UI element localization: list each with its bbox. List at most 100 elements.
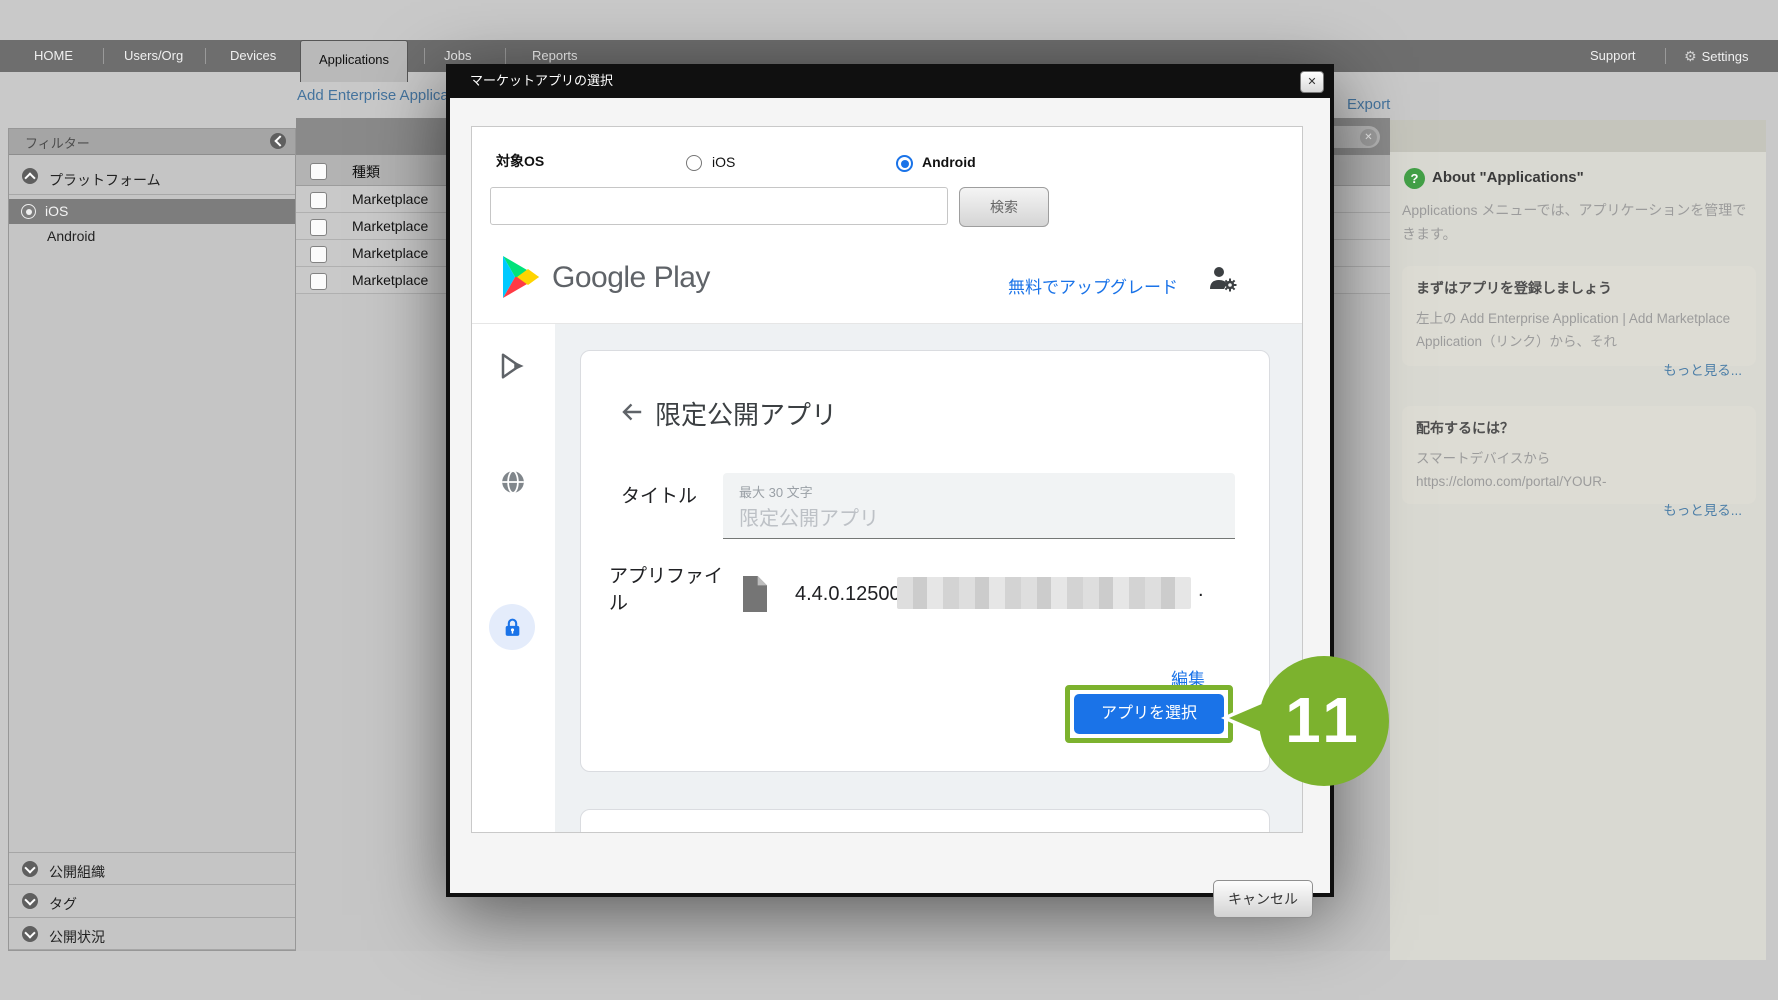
row-checkbox[interactable] <box>310 273 327 290</box>
radio-ios[interactable] <box>686 155 702 171</box>
modal-body: 対象OS iOS Android 検索 Google Play 無料でアップグレ… <box>450 98 1330 893</box>
filter-option-label: iOS <box>45 203 68 219</box>
help-card-distribute: 配布するには？ スマートデバイスから https://clomo.com/por… <box>1402 406 1756 504</box>
private-app-card: 限定公開アプリ タイトル 最大 30 文字 限定公開アプリ アプリファイル 4.… <box>580 350 1270 772</box>
chevron-down-circle-icon <box>22 926 38 942</box>
nav-item-users-org[interactable]: Users/Org <box>124 40 183 72</box>
nav-item-devices[interactable]: Devices <box>230 40 276 72</box>
annotation-tail <box>1229 700 1271 736</box>
gear-icon: ⚙ <box>1684 48 1697 64</box>
redacted-app-filename <box>897 577 1191 609</box>
help-card-body-line2: https://clomo.com/portal/YOUR- <box>1416 474 1607 489</box>
google-play-logo-icon <box>502 255 540 299</box>
app-screen: HOME Users/Org Devices Jobs Reports Supp… <box>0 0 1778 1000</box>
help-panel-band <box>1390 120 1766 152</box>
filter-panel: フィルター プラットフォーム iOS Android 公開組織 タグ 公開状況 <box>8 128 296 951</box>
title-field-placeholder: 限定公開アプリ <box>739 502 879 531</box>
row-checkbox[interactable] <box>310 246 327 263</box>
cancel-button[interactable]: キャンセル <box>1213 880 1313 918</box>
google-play-brand: Google Play <box>552 261 710 295</box>
next-card-partial <box>580 809 1270 833</box>
collapse-panel-button[interactable] <box>270 133 286 149</box>
filter-section-tags[interactable]: タグ <box>9 884 295 917</box>
step-number-badge: 11 <box>1259 656 1389 786</box>
filter-section-label: タグ <box>49 894 77 914</box>
nav-item-settings[interactable]: ⚙ Settings <box>1684 40 1749 72</box>
title-field-label: タイトル <box>621 481 697 508</box>
radio-android-label[interactable]: Android <box>922 154 976 170</box>
row-type-cell: Marketplace <box>352 272 428 288</box>
app-search-input[interactable] <box>490 187 948 225</box>
question-icon: ? <box>1404 168 1425 189</box>
nav-separator <box>424 48 425 64</box>
private-apps-tab-selected[interactable] <box>489 604 535 650</box>
app-version: 4.4.0.12500 <box>795 583 901 606</box>
radio-android-checked[interactable] <box>896 155 913 172</box>
filter-section-publish-status[interactable]: 公開状況 <box>9 917 295 950</box>
filter-option-ios-selected[interactable]: iOS <box>9 199 295 224</box>
nav-item-home[interactable]: HOME <box>34 40 73 72</box>
close-icon: ✕ <box>1307 76 1316 88</box>
web-apps-tab-globe-icon[interactable] <box>500 469 526 495</box>
modal-close-button[interactable]: ✕ <box>1300 71 1324 93</box>
radio-ios-label[interactable]: iOS <box>712 154 735 170</box>
select-app-button[interactable]: アプリを選択 <box>1074 694 1224 734</box>
nav-item-support[interactable]: Support <box>1590 40 1636 72</box>
play-console-content: 限定公開アプリ タイトル 最大 30 文字 限定公開アプリ アプリファイル 4.… <box>555 324 1303 833</box>
upgrade-free-link[interactable]: 無料でアップグレード <box>1008 273 1178 298</box>
filter-section-platform[interactable]: プラットフォーム <box>9 159 295 195</box>
column-header-type: 種類 <box>352 162 380 182</box>
help-card-title: まずはアプリを登録しましょう <box>1416 278 1742 298</box>
nav-separator <box>103 48 104 64</box>
account-settings-icon[interactable] <box>1208 265 1238 293</box>
row-type-cell: Marketplace <box>352 191 428 207</box>
private-apps-heading: 限定公開アプリ <box>655 395 837 432</box>
lock-icon <box>502 617 523 638</box>
selected-option-icon <box>21 204 36 219</box>
help-about-title: About "Applications" <box>1432 169 1584 186</box>
filter-panel-header: フィルター <box>9 129 295 155</box>
back-arrow-icon[interactable] <box>619 399 645 425</box>
title-field-hint: 最大 30 文字 <box>739 482 813 501</box>
see-more-link[interactable]: もっと見る... <box>1416 499 1742 519</box>
modal-header: マーケットアプリの選択 ✕ <box>446 64 1334 98</box>
modal-title: マーケットアプリの選択 <box>470 64 613 98</box>
export-link[interactable]: Export <box>1347 96 1390 113</box>
play-icon-strip <box>472 324 554 833</box>
help-panel: ? About "Applications" Applications メニュー… <box>1390 120 1766 960</box>
help-card-body: 左上の Add Enterprise Application | Add Mar… <box>1416 307 1746 353</box>
chevron-up-circle-icon <box>22 168 38 184</box>
play-store-icon[interactable] <box>498 351 528 381</box>
nav-separator <box>505 48 506 64</box>
filter-section-orgs[interactable]: 公開組織 <box>9 852 295 884</box>
help-card-body-line1: スマートデバイスから <box>1416 451 1550 466</box>
help-card-register: まずはアプリを登録しましょう 左上の Add Enterprise Applic… <box>1402 266 1756 366</box>
nav-separator <box>1665 48 1666 64</box>
modal-content: 対象OS iOS Android 検索 Google Play 無料でアップグレ… <box>471 126 1303 833</box>
clear-search-icon[interactable]: ✕ <box>1360 129 1377 146</box>
chevron-down-circle-icon <box>22 861 38 877</box>
filter-section-label: 公開組織 <box>49 862 105 882</box>
nav-separator <box>205 48 206 64</box>
add-enterprise-application-link[interactable]: Add Enterprise Applica <box>297 87 449 104</box>
step-highlight-frame: アプリを選択 <box>1065 685 1233 743</box>
filter-section-label: プラットフォーム <box>49 170 161 190</box>
row-type-cell: Marketplace <box>352 218 428 234</box>
chevron-down-circle-icon <box>22 893 38 909</box>
document-icon <box>739 573 771 615</box>
tab-applications-active[interactable]: Applications <box>300 40 408 82</box>
row-checkbox[interactable] <box>310 219 327 236</box>
app-file-label: アプリファイル <box>609 563 729 617</box>
filename-period: . <box>1198 579 1204 602</box>
select-all-checkbox[interactable] <box>310 163 327 180</box>
filter-section-label: 公開状況 <box>49 927 105 947</box>
filter-option-android[interactable]: Android <box>9 224 295 249</box>
row-checkbox[interactable] <box>310 192 327 209</box>
row-type-cell: Marketplace <box>352 245 428 261</box>
nav-settings-label: Settings <box>1702 49 1749 64</box>
help-about-body: Applications メニューでは、アプリケーションを管理できます。 <box>1402 198 1758 246</box>
app-title-field[interactable]: 最大 30 文字 限定公開アプリ <box>723 473 1235 539</box>
search-button[interactable]: 検索 <box>959 187 1049 227</box>
filter-panel-title: フィルター <box>25 133 90 152</box>
see-more-link[interactable]: もっと見る... <box>1416 359 1742 379</box>
